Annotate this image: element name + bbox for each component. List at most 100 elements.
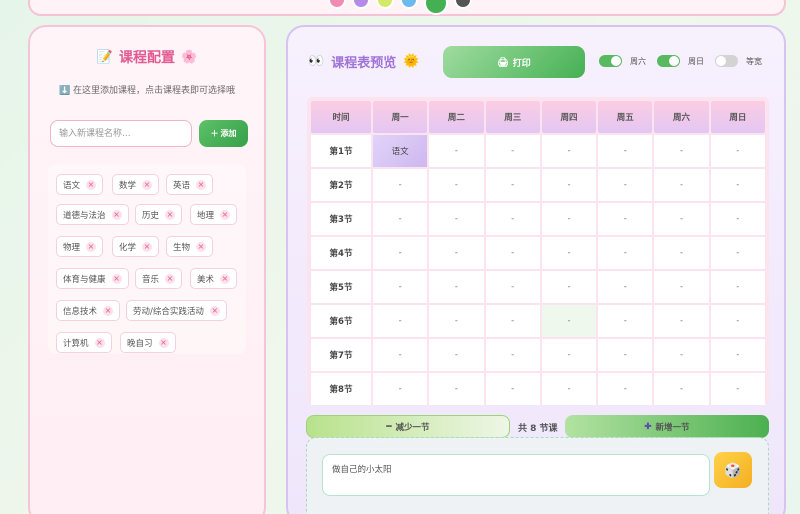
course-chip[interactable]: 生物 × (166, 236, 214, 257)
timetable-cell[interactable]: - (598, 169, 653, 201)
timetable-cell[interactable]: - (485, 373, 540, 405)
toggle-saturday-switch[interactable] (599, 55, 622, 67)
timetable-cell[interactable]: - (541, 237, 597, 269)
remove-course-icon[interactable]: × (165, 273, 176, 284)
timetable-cell[interactable]: - (541, 169, 597, 201)
theme-dot-pink[interactable] (328, 0, 346, 9)
remove-period-button[interactable]: ━ 减少一节 (306, 415, 510, 438)
course-chip[interactable]: 晚自习 × (120, 332, 176, 353)
timetable-cell[interactable]: - (429, 339, 484, 371)
timetable-cell[interactable]: - (429, 373, 484, 405)
timetable-cell[interactable]: - (373, 373, 428, 405)
toggle-equal-width-switch[interactable] (715, 55, 738, 67)
remove-course-icon[interactable]: × (196, 241, 207, 252)
course-chip[interactable]: 语文 × (56, 174, 104, 195)
timetable-cell[interactable]: - (710, 203, 765, 235)
course-chip[interactable]: 化学 × (112, 236, 160, 257)
new-course-input[interactable] (50, 120, 192, 147)
remove-course-icon[interactable]: × (220, 273, 231, 284)
toggle-equal-width[interactable]: 等宽 (715, 55, 762, 67)
timetable-cell[interactable]: - (654, 169, 709, 201)
timetable-cell[interactable]: - (598, 271, 653, 303)
timetable-cell[interactable]: - (710, 271, 765, 303)
timetable-cell[interactable]: - (710, 237, 765, 269)
timetable-cell[interactable]: - (598, 339, 653, 371)
remove-course-icon[interactable]: × (196, 179, 207, 190)
toggle-sunday-switch[interactable] (657, 55, 680, 67)
timetable-cell[interactable]: - (541, 373, 597, 405)
theme-dot-dark[interactable] (454, 0, 472, 9)
add-course-button[interactable]: ＋ 添加 (199, 120, 248, 147)
timetable-cell[interactable]: - (373, 339, 428, 371)
timetable-cell[interactable]: - (598, 237, 653, 269)
remove-course-icon[interactable]: × (158, 337, 169, 348)
timetable-cell[interactable]: - (429, 203, 484, 235)
course-chip[interactable]: 地理 × (190, 204, 238, 225)
timetable-cell[interactable]: - (373, 305, 428, 337)
course-chip[interactable]: 英语 × (166, 174, 214, 195)
timetable-cell[interactable]: - (654, 339, 709, 371)
timetable-cell[interactable]: - (710, 169, 765, 201)
remove-course-icon[interactable]: × (86, 179, 97, 190)
toggle-saturday[interactable]: 周六 (599, 55, 646, 67)
course-chip[interactable]: 物理 × (56, 236, 104, 257)
motto-input[interactable]: 做自己的小太阳 (322, 454, 710, 496)
timetable-cell[interactable]: - (485, 169, 540, 201)
print-button[interactable]: 🖨 打印 (443, 46, 585, 78)
timetable-cell[interactable]: - (429, 271, 484, 303)
timetable-cell[interactable]: 语文 (373, 135, 428, 167)
remove-course-icon[interactable]: × (111, 273, 122, 284)
timetable-cell[interactable]: - (373, 237, 428, 269)
course-chip[interactable]: 体育与健康 × (56, 268, 129, 289)
theme-dot-blue[interactable] (400, 0, 418, 9)
remove-course-icon[interactable]: × (103, 305, 114, 316)
timetable-cell[interactable]: - (373, 271, 428, 303)
timetable-cell[interactable]: - (598, 203, 653, 235)
timetable-cell[interactable]: - (654, 373, 709, 405)
timetable-cell[interactable]: - (654, 305, 709, 337)
timetable-cell[interactable]: - (654, 203, 709, 235)
timetable-cell[interactable]: - (485, 305, 540, 337)
timetable-cell[interactable]: - (654, 135, 709, 167)
theme-dot-green[interactable] (424, 0, 448, 15)
timetable-cell[interactable]: - (485, 271, 540, 303)
random-motto-button[interactable]: 🎲 (714, 452, 752, 488)
timetable-cell[interactable]: - (598, 305, 653, 337)
timetable-cell[interactable]: - (429, 169, 484, 201)
timetable-cell[interactable]: - (710, 305, 765, 337)
timetable-cell[interactable]: - (541, 339, 597, 371)
theme-dot-yellow[interactable] (376, 0, 394, 9)
course-chip[interactable]: 数学 × (112, 174, 160, 195)
remove-course-icon[interactable]: × (142, 241, 153, 252)
timetable-cell[interactable]: - (598, 135, 653, 167)
timetable-cell[interactable]: - (485, 237, 540, 269)
timetable-cell[interactable]: - (485, 339, 540, 371)
timetable-cell[interactable]: - (541, 135, 597, 167)
remove-course-icon[interactable]: × (220, 209, 231, 220)
timetable-cell[interactable]: - (710, 135, 765, 167)
timetable-cell[interactable]: - (598, 373, 653, 405)
timetable-cell[interactable]: - (429, 135, 484, 167)
remove-course-icon[interactable]: × (111, 209, 122, 220)
remove-course-icon[interactable]: × (209, 305, 220, 316)
remove-course-icon[interactable]: × (142, 179, 153, 190)
theme-dot-purple[interactable] (352, 0, 370, 9)
timetable-cell[interactable]: - (485, 203, 540, 235)
course-chip[interactable]: 美术 × (190, 268, 238, 289)
remove-course-icon[interactable]: × (94, 337, 105, 348)
course-chip[interactable]: 计算机 × (56, 332, 112, 353)
remove-course-icon[interactable]: × (165, 209, 176, 220)
timetable-cell[interactable]: - (541, 203, 597, 235)
timetable-cell[interactable]: - (429, 237, 484, 269)
timetable-cell[interactable]: - (485, 135, 540, 167)
timetable-cell[interactable]: - (654, 237, 709, 269)
remove-course-icon[interactable]: × (86, 241, 97, 252)
timetable-cell[interactable]: - (654, 271, 709, 303)
course-chip[interactable]: 历史 × (135, 204, 183, 225)
add-period-button[interactable]: ✚ 新增一节 (565, 415, 769, 438)
course-chip[interactable]: 音乐 × (135, 268, 183, 289)
course-chip[interactable]: 信息技术 × (56, 300, 121, 321)
timetable-cell[interactable]: - (429, 305, 484, 337)
timetable-cell[interactable]: - (541, 305, 597, 337)
timetable-cell[interactable]: - (710, 339, 765, 371)
